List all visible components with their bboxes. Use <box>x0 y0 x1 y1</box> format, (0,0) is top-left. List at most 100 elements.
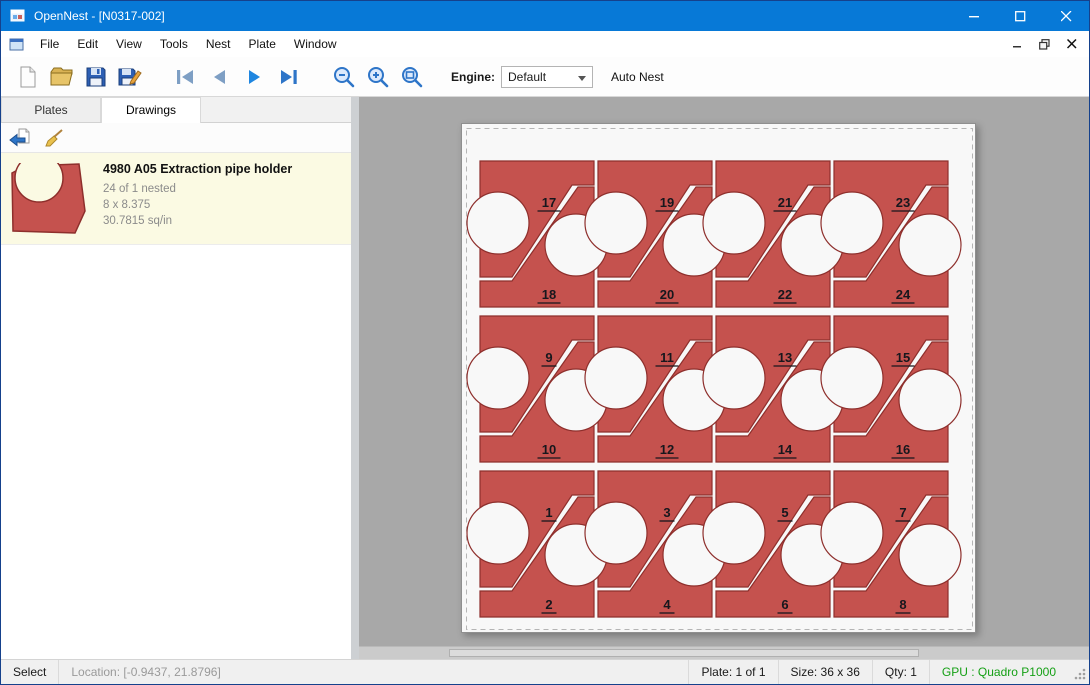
plate[interactable]: 171819202122232491011121314151612345678 <box>461 123 976 633</box>
part-number: 15 <box>896 350 910 365</box>
status-size: Size: 36 x 36 <box>778 660 872 684</box>
plate-svg[interactable]: 171819202122232491011121314151612345678 <box>462 124 977 634</box>
broom-icon <box>43 128 65 148</box>
mdi-restore-button[interactable] <box>1031 33 1058 55</box>
last-arrow-icon <box>275 65 301 89</box>
part-number: 5 <box>781 505 788 520</box>
zoom-out-button[interactable] <box>327 61 361 93</box>
save-edit-icon <box>117 65 143 89</box>
part-number: 21 <box>778 195 792 210</box>
clear-button[interactable] <box>40 126 68 150</box>
part-number: 11 <box>660 350 674 365</box>
drawings-toolbar <box>1 123 351 153</box>
previous-plate-button[interactable] <box>203 61 237 93</box>
part-number: 16 <box>896 442 910 457</box>
panel-tabstrip: Plates Drawings <box>1 97 351 123</box>
zoom-fit-button[interactable] <box>395 61 429 93</box>
part-number: 4 <box>663 597 671 612</box>
horizontal-scrollbar[interactable] <box>359 646 1089 659</box>
horizontal-scrollbar-thumb[interactable] <box>449 649 919 657</box>
mdi-minimize-button[interactable] <box>1004 33 1031 55</box>
auto-nest-button[interactable]: Auto Nest <box>611 70 664 84</box>
menu-bar: File Edit View Tools Nest Plate Window <box>1 31 1089 57</box>
tab-plates[interactable]: Plates <box>1 97 101 122</box>
part-circular-notch <box>899 369 961 431</box>
part-number: 20 <box>660 287 674 302</box>
part-circular-notch <box>585 502 647 564</box>
menu-window[interactable]: Window <box>285 31 346 57</box>
nesting-canvas[interactable]: 171819202122232491011121314151612345678 <box>359 97 1089 659</box>
mdi-minimize-icon <box>1013 39 1023 49</box>
mdi-restore-icon <box>1039 39 1050 50</box>
part-number: 17 <box>542 195 556 210</box>
panel-splitter[interactable] <box>351 97 359 659</box>
part-number: 13 <box>778 350 792 365</box>
part-circular-notch <box>467 192 529 254</box>
drawing-list-item[interactable]: 4980 A05 Extraction pipe holder 24 of 1 … <box>1 153 351 245</box>
minimize-icon <box>969 11 980 22</box>
part-number: 18 <box>542 287 556 302</box>
engine-value: Default <box>508 70 546 84</box>
next-arrow-icon <box>241 65 267 89</box>
resize-grip-icon[interactable] <box>1072 666 1087 684</box>
open-button[interactable] <box>45 61 79 93</box>
part-circular-notch <box>467 502 529 564</box>
part-circular-notch <box>467 347 529 409</box>
document-window-icon <box>9 37 25 52</box>
engine-label: Engine: <box>451 70 495 84</box>
part-circular-notch <box>703 502 765 564</box>
arrow-left-page-icon <box>9 128 31 148</box>
move-to-plates-button[interactable] <box>6 126 34 150</box>
app-icon <box>10 8 26 24</box>
window-title: OpenNest - [N0317-002] <box>34 9 165 23</box>
drawing-area: 30.7815 sq/in <box>103 213 292 229</box>
close-button[interactable] <box>1043 1 1089 31</box>
left-panel: Plates Drawings 4980 A05 Extraction pipe… <box>1 97 351 659</box>
menu-plate[interactable]: Plate <box>240 31 285 57</box>
part-number: 12 <box>660 442 674 457</box>
part-number: 8 <box>899 597 906 612</box>
part-circular-notch <box>703 192 765 254</box>
open-folder-icon <box>49 65 75 89</box>
save-as-button[interactable] <box>113 61 147 93</box>
tab-drawings[interactable]: Drawings <box>101 97 201 123</box>
menu-nest[interactable]: Nest <box>197 31 240 57</box>
menu-file[interactable]: File <box>31 31 68 57</box>
part-number: 3 <box>663 505 670 520</box>
menu-view[interactable]: View <box>107 31 151 57</box>
next-plate-button[interactable] <box>237 61 271 93</box>
zoom-in-icon <box>365 64 391 90</box>
toolbar: Engine: Default Auto Nest <box>1 57 1089 97</box>
maximize-button[interactable] <box>997 1 1043 31</box>
zoom-fit-icon <box>399 64 425 90</box>
part-circular-notch <box>585 347 647 409</box>
part-number: 6 <box>781 597 788 612</box>
first-plate-button[interactable] <box>169 61 203 93</box>
save-button[interactable] <box>79 61 113 93</box>
drawing-nested-count: 24 of 1 nested <box>103 181 292 197</box>
part-circular-notch <box>703 347 765 409</box>
zoom-in-button[interactable] <box>361 61 395 93</box>
status-gpu: GPU : Quadro P1000 <box>929 660 1068 684</box>
last-plate-button[interactable] <box>271 61 305 93</box>
part-number: 23 <box>896 195 910 210</box>
minimize-button[interactable] <box>951 1 997 31</box>
part-number: 14 <box>778 442 793 457</box>
new-button[interactable] <box>11 61 45 93</box>
status-qty: Qty: 1 <box>872 660 929 684</box>
drawing-thumbnail <box>7 160 91 238</box>
part-circular-notch <box>585 192 647 254</box>
menu-tools[interactable]: Tools <box>151 31 197 57</box>
part-circular-notch <box>899 524 961 586</box>
engine-select[interactable]: Default <box>501 66 593 88</box>
part-number: 9 <box>545 350 552 365</box>
title-bar: OpenNest - [N0317-002] <box>1 1 1089 31</box>
close-icon <box>1061 11 1072 22</box>
chevron-down-icon <box>578 76 586 81</box>
part-circular-notch <box>821 192 883 254</box>
zoom-out-icon <box>331 64 357 90</box>
status-mode: Select <box>1 660 58 684</box>
menu-edit[interactable]: Edit <box>68 31 107 57</box>
mdi-close-button[interactable] <box>1058 33 1085 55</box>
part-circular-notch <box>821 502 883 564</box>
